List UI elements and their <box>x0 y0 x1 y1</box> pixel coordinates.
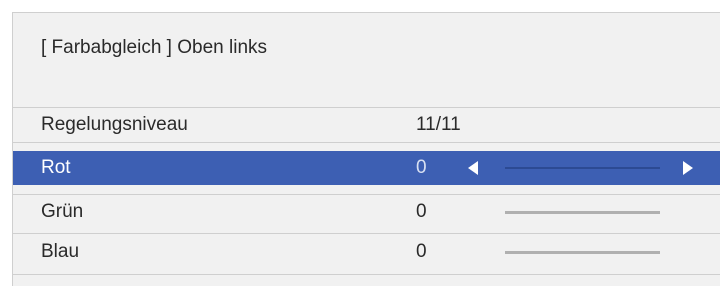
panel-header: [ Farbabgleich ] Oben links <box>13 13 720 107</box>
row-label: Blau <box>41 241 80 262</box>
slider-rot[interactable] <box>505 167 660 169</box>
divider <box>13 274 720 275</box>
row-label: Grün <box>41 201 84 222</box>
row-value: 0 <box>416 201 427 222</box>
divider <box>13 142 720 143</box>
arrow-right-icon[interactable] <box>683 161 693 175</box>
slider-gruen[interactable] <box>505 211 660 214</box>
menu-row-gruen[interactable]: Grün 0 <box>13 195 720 229</box>
row-label: Rot <box>41 157 71 178</box>
row-value: 0 <box>416 157 427 178</box>
divider <box>13 233 720 234</box>
menu-row-blau[interactable]: Blau 0 <box>13 235 720 269</box>
row-value: 0 <box>416 241 427 262</box>
menu-row-rot[interactable]: Rot 0 <box>13 151 720 185</box>
page-title: [ Farbabgleich ] Oben links <box>41 37 268 58</box>
slider-blau[interactable] <box>505 251 660 254</box>
color-balance-panel: [ Farbabgleich ] Oben links Regelungsniv… <box>12 12 720 286</box>
menu-row-regelungsniveau[interactable]: Regelungsniveau 11/11 <box>13 108 720 142</box>
slider-fill <box>505 167 660 169</box>
arrow-left-icon[interactable] <box>468 161 478 175</box>
row-value: 11/11 <box>416 114 461 135</box>
row-label: Regelungsniveau <box>41 114 188 135</box>
